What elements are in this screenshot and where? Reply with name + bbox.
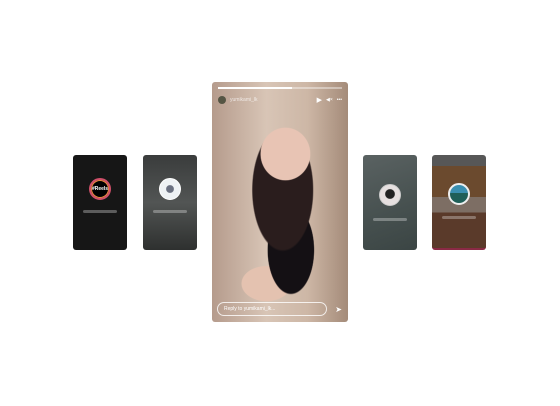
reply-input[interactable]: Reply to yumikami_lk... [217, 302, 327, 316]
blurred-caption [441, 216, 477, 220]
story-preview-3[interactable] [363, 155, 417, 250]
story-avatar [159, 178, 181, 201]
username[interactable]: yumikami_lk [230, 97, 313, 103]
story-avatar [448, 183, 470, 206]
story-preview-1[interactable]: #Reels [73, 155, 127, 250]
send-icon[interactable]: ➤ [335, 305, 342, 314]
avatar [218, 96, 226, 104]
story-header: yumikami_lk ▶ ◀× ••• [218, 94, 342, 106]
story-preview-2[interactable] [143, 155, 197, 250]
story-preview-4[interactable] [432, 155, 486, 250]
active-story[interactable]: yumikami_lk ▶ ◀× ••• Reply to yumikami_l… [212, 82, 348, 322]
blurred-caption [372, 217, 408, 221]
blurred-caption [152, 210, 188, 214]
story-progress-bar [218, 87, 342, 89]
play-icon[interactable]: ▶ [317, 97, 322, 104]
mute-icon[interactable]: ◀× [326, 97, 333, 103]
blurred-caption [82, 210, 118, 214]
more-icon[interactable]: ••• [337, 97, 342, 103]
story-avatar [379, 183, 401, 206]
story-avatar: #Reels [89, 178, 111, 201]
